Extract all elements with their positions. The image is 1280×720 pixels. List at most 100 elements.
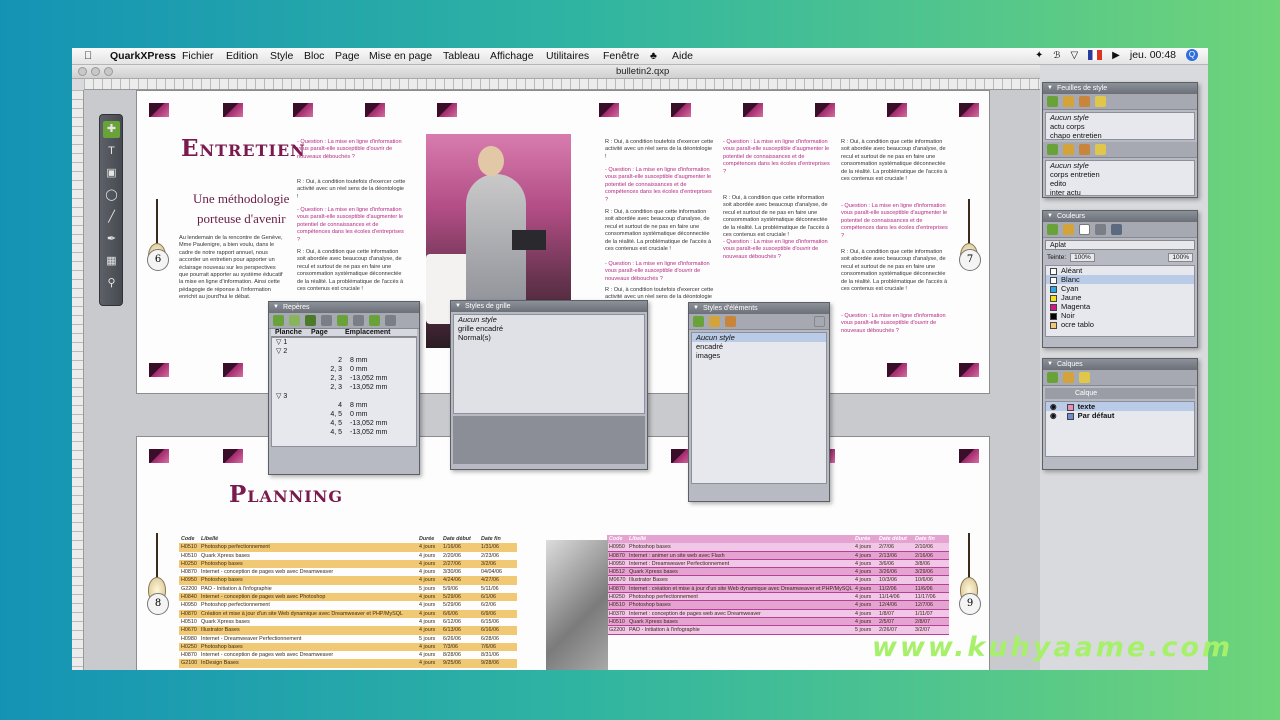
check-icon[interactable] — [321, 315, 332, 326]
table-row[interactable]: H0510 Quark Xpress bases 4 jours 6/12/06 6/1… — [179, 618, 517, 626]
table-row[interactable]: H0510 Photoshop perfectionnement 4 jours 1/… — [179, 543, 517, 552]
trash-icon[interactable] — [385, 315, 396, 326]
list-item[interactable]: Aucun style — [1046, 161, 1194, 170]
menu-edition[interactable]: Edition — [226, 50, 258, 62]
table-row[interactable]: H0510 Quark Xpress bases 4 jours 2/20/06 2/2… — [179, 552, 517, 560]
list-item[interactable]: grille encadré — [454, 324, 644, 333]
guide-row[interactable]: 4 8 mm — [272, 401, 416, 410]
subtitle-line[interactable]: porteuse d'avenir — [197, 211, 286, 227]
guide-row[interactable]: 2, 3 -13,052 mm — [272, 383, 416, 392]
palette-titlebar[interactable]: ▼ Styles d'éléments — [689, 303, 829, 314]
colors-palette[interactable]: ▼ Couleurs Aplat Teinte: 100% 100% Aléant… — [1042, 210, 1198, 348]
app-menu[interactable]: QuarkXPress — [110, 50, 176, 62]
guide-row[interactable]: ▽ 1 — [272, 338, 416, 347]
color-item[interactable]: Aléant — [1046, 266, 1194, 275]
text-content-tool-icon[interactable]: T — [103, 143, 120, 160]
table-row[interactable]: G2100 InDesign Bases 4 jours 9/25/06 9/28/06 — [179, 659, 517, 668]
answer-text[interactable]: R : Oui, à condition que cette informati… — [297, 249, 407, 293]
guide-options-icon[interactable] — [289, 315, 300, 326]
paragraph-styles-list[interactable]: Aucun style actu corps chapo entretien — [1045, 112, 1195, 140]
list-item[interactable]: Aucun style — [692, 333, 826, 342]
oval-box-tool-icon[interactable]: ◯ — [103, 187, 120, 204]
list-item[interactable]: corps entretien — [1046, 170, 1194, 179]
horizontal-ruler[interactable] — [84, 79, 1040, 90]
collapse-arrow-icon[interactable]: ▼ — [1047, 211, 1053, 222]
table-row[interactable]: H0250 Photoshop perfectionnement 4 jours 11… — [607, 593, 949, 602]
move-tool-icon[interactable]: ✚ — [103, 121, 120, 138]
planning-heading[interactable]: Planning — [229, 481, 343, 508]
collapse-arrow-icon[interactable]: ▼ — [693, 303, 699, 314]
guide-row[interactable]: 2, 3 -13,052 mm — [272, 374, 416, 383]
zoom-tool-icon[interactable]: ⚲ — [103, 275, 120, 292]
vertical-ruler[interactable] — [72, 90, 84, 670]
table-row[interactable]: H0370 Internet : conception de pages web … — [607, 609, 949, 618]
menu-bloc[interactable]: Bloc — [304, 50, 324, 62]
lock-guide-icon[interactable] — [305, 315, 316, 326]
palette-titlebar[interactable]: ▼ Repères — [269, 302, 419, 313]
table-tool-icon[interactable]: ▦ — [103, 253, 120, 270]
stylesheets-palette[interactable]: ▼ Feuilles de style Aucun style actu corp… — [1042, 82, 1198, 198]
list-item[interactable]: Aucun style — [454, 315, 644, 324]
answer-text[interactable]: R : Oui, à condition toutefois d'exercer… — [297, 179, 407, 201]
color-item[interactable]: ocre tablo — [1046, 320, 1194, 329]
table-row[interactable]: M0670 Illustrator Bases 4 jours 10/3/06 10/6… — [607, 576, 949, 585]
update-style-icon[interactable] — [1095, 96, 1106, 107]
question-text[interactable]: - Question : La mise en ligne d'informat… — [605, 261, 715, 283]
question-text[interactable]: - Question : La mise en ligne d'informat… — [841, 203, 951, 240]
table-row[interactable]: H0840 Internet - conception de pages web … — [179, 593, 517, 602]
menu-tableau[interactable]: Tableau — [443, 50, 480, 62]
answer-text[interactable]: R : Oui, à condition toutefois d'exercer… — [605, 139, 715, 161]
edit-style-icon[interactable] — [1063, 96, 1074, 107]
new-color-icon[interactable] — [1047, 224, 1058, 235]
spectacles-photo[interactable] — [546, 540, 608, 670]
table-row[interactable]: G2200 PAO - Initiation à l'infographie 5 j… — [179, 585, 517, 593]
bluetooth-icon[interactable]: ℬ — [1053, 50, 1060, 61]
palette-titlebar[interactable]: ▼ Styles de grille — [451, 301, 647, 312]
opacity-field[interactable]: 100% — [1168, 253, 1193, 262]
table-row[interactable]: H0870 Internet - conception de pages web … — [179, 568, 517, 576]
list-item[interactable]: actu corps — [1046, 122, 1194, 131]
planning-table-yellow[interactable]: Code Libellé Durée Date début Date fin H… — [179, 535, 517, 668]
item-styles-palette[interactable]: ▼ Styles d'éléments Aucun style encadré i… — [688, 302, 830, 502]
pen-tool-icon[interactable]: ✒ — [103, 231, 120, 248]
guides-list[interactable]: ▽ 1 ▽ 2 2 8 mm 2, 3 0 mm 2, 3 -13,052 mm 2, 3 -13… — [271, 337, 417, 447]
layer-item[interactable]: ◉ texte — [1046, 402, 1194, 411]
table-row[interactable]: H0950 Internet : Dreamweaver Perfectionne… — [607, 559, 949, 569]
collapse-arrow-icon[interactable]: ▼ — [455, 301, 461, 312]
character-styles-list[interactable]: Aucun style corps entretien edito inter … — [1045, 160, 1195, 197]
trash-icon[interactable] — [814, 316, 825, 327]
guides-palette[interactable]: ▼ Repères Planche Page Emplacement ▽ 1 ▽ 2… — [268, 301, 420, 475]
list-item[interactable]: Aucun style — [1046, 113, 1194, 122]
eye-icon[interactable]: ◉ — [1050, 402, 1059, 411]
list-item[interactable]: images — [692, 351, 826, 360]
table-row[interactable]: H0670 Illustrator Bases 4 jours 6/13/06 6/16… — [179, 626, 517, 635]
guide-row[interactable]: 4, 5 -13,052 mm — [272, 428, 416, 437]
new-style-icon[interactable] — [1047, 96, 1058, 107]
table-row[interactable]: H0870 Internet : création et mise à jour … — [607, 584, 949, 594]
subtitle-line[interactable]: Une méthodologie — [193, 191, 289, 207]
new-style-icon[interactable] — [693, 316, 704, 327]
question-text[interactable]: - Question : La mise en ligne d'informat… — [723, 139, 833, 176]
apple-icon[interactable]:  — [84, 50, 92, 62]
tint-field[interactable]: 100% — [1070, 253, 1095, 262]
new-style-icon[interactable] — [1047, 144, 1058, 155]
menu-utilitaires[interactable]: Utilitaires — [546, 50, 589, 62]
check-icon[interactable] — [353, 315, 364, 326]
script-icon[interactable]: ♣ — [650, 50, 657, 62]
page-heading[interactable]: Entretien — [181, 135, 306, 162]
spotlight-icon[interactable]: Q — [1186, 49, 1198, 61]
list-item[interactable]: inter actu — [1046, 188, 1194, 197]
update-style-icon[interactable] — [1095, 144, 1106, 155]
menu-style[interactable]: Style — [270, 50, 293, 62]
grid-styles-list[interactable]: Aucun style grille encadré Normal(s) — [453, 314, 645, 414]
menubar-clock[interactable]: jeu. 00:48 — [1130, 49, 1176, 61]
eye-icon[interactable]: ◉ — [1050, 411, 1059, 420]
colors-list[interactable]: Aléant Blanc Cyan Jaune Magenta Noir ocre tabl… — [1045, 265, 1195, 337]
intro-text[interactable]: Au lendemain de la rencontre de Genève, … — [179, 235, 283, 302]
list-item[interactable]: encadré — [692, 342, 826, 351]
color-item[interactable]: Cyan — [1046, 284, 1194, 293]
table-row[interactable]: H0950 Photoshop perfectionnement 4 jours 5/… — [179, 601, 517, 609]
color-item[interactable]: Magenta — [1046, 302, 1194, 311]
collapse-arrow-icon[interactable]: ▼ — [1047, 83, 1053, 94]
list-item[interactable]: chapo entretien — [1046, 131, 1194, 140]
